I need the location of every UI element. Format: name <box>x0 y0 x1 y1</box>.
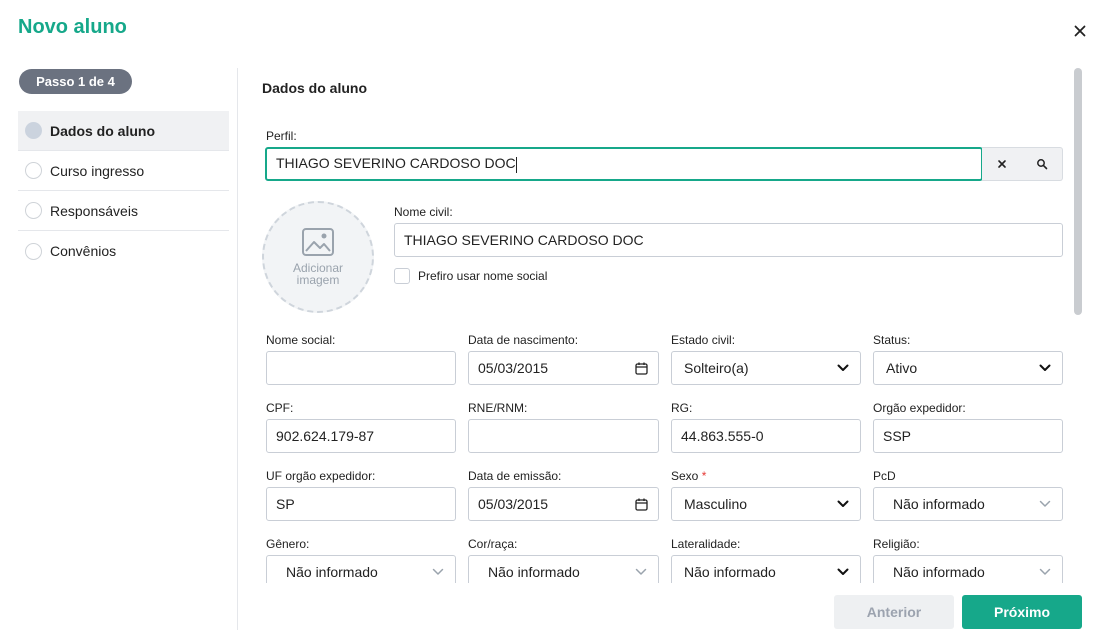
scrollbar[interactable] <box>1074 68 1082 584</box>
status-value: Ativo <box>886 360 918 376</box>
add-image-button[interactable]: Adicionar imagem <box>262 201 374 313</box>
nome-social-label: Nome social: <box>266 333 336 347</box>
step-dot-icon <box>25 122 42 139</box>
rne-input[interactable] <box>468 419 659 453</box>
step-label: Curso ingresso <box>50 162 145 179</box>
section-title: Dados do aluno <box>262 80 367 96</box>
chevron-down-icon <box>826 500 860 508</box>
clear-icon[interactable] <box>982 148 1022 180</box>
data-emissao-value: 05/03/2015 <box>478 496 549 512</box>
nome-social-checkbox-label: Prefiro usar nome social <box>418 269 548 283</box>
add-image-caption: Adicionar imagem <box>292 261 344 287</box>
orgao-expedidor-label: Orgão expedidor: <box>873 401 966 415</box>
cpf-input[interactable]: 902.624.179-87 <box>266 419 456 453</box>
next-button[interactable]: Próximo <box>962 595 1082 629</box>
cor-raca-value: Não informado <box>488 564 580 580</box>
data-nascimento-input[interactable]: 05/03/2015 <box>468 351 659 385</box>
chevron-down-icon <box>624 568 658 576</box>
status-select[interactable]: Ativo <box>873 351 1063 385</box>
nome-social-input[interactable] <box>266 351 456 385</box>
step-dados-do-aluno[interactable]: Dados do aluno <box>18 111 229 151</box>
text-cursor <box>515 156 517 173</box>
cpf-value: 902.624.179-87 <box>276 428 375 444</box>
dialog-title: Novo aluno <box>18 16 127 38</box>
sexo-label-text: Sexo <box>671 469 699 483</box>
data-emissao-input[interactable]: 05/03/2015 <box>468 487 659 521</box>
rg-input[interactable]: 44.863.555-0 <box>671 419 861 453</box>
chevron-down-icon <box>1028 568 1062 576</box>
previous-button[interactable]: Anterior <box>834 595 954 629</box>
genero-label: Gênero: <box>266 537 310 551</box>
step-indicator: Passo 1 de 4 <box>19 69 132 94</box>
stepper-list: Dados do aluno Curso ingresso Responsáve… <box>18 111 229 271</box>
nome-social-checkbox[interactable] <box>394 268 410 284</box>
data-emissao-label: Data de emissão: <box>468 469 562 483</box>
nome-civil-value: THIAGO SEVERINO CARDOSO DOC <box>404 232 644 248</box>
perfil-value: THIAGO SEVERINO CARDOSO DOC <box>276 155 516 172</box>
search-icon[interactable] <box>1022 148 1062 180</box>
chevron-down-icon <box>1028 364 1062 372</box>
nome-civil-label: Nome civil: <box>394 205 453 219</box>
genero-value: Não informado <box>286 564 378 580</box>
chevron-down-icon <box>826 568 860 576</box>
step-label: Dados do aluno <box>50 122 155 139</box>
step-dot-icon <box>25 162 42 179</box>
perfil-input[interactable]: THIAGO SEVERINO CARDOSO DOC <box>265 147 983 181</box>
pcd-select[interactable]: Não informado <box>873 487 1063 521</box>
religiao-label: Religião: <box>873 537 920 551</box>
step-label: Responsáveis <box>50 202 138 219</box>
religiao-value: Não informado <box>893 564 985 580</box>
perfil-label: Perfil: <box>266 129 297 143</box>
chevron-down-icon <box>421 568 455 576</box>
calendar-icon[interactable] <box>624 362 658 375</box>
calendar-icon[interactable] <box>624 498 658 511</box>
pcd-value: Não informado <box>893 496 985 512</box>
sexo-value: Masculino <box>684 496 748 512</box>
lateralidade-label: Lateralidade: <box>671 537 741 551</box>
estado-civil-select[interactable]: Solteiro(a) <box>671 351 861 385</box>
panel-divider <box>237 68 238 630</box>
lateralidade-value: Não informado <box>684 564 776 580</box>
cor-raca-label: Cor/raça: <box>468 537 518 551</box>
step-curso-ingresso[interactable]: Curso ingresso <box>18 151 229 191</box>
sexo-label: Sexo * <box>671 469 706 483</box>
chevron-down-icon <box>1028 500 1062 508</box>
step-dot-icon <box>25 202 42 219</box>
step-convenios[interactable]: Convênios <box>18 231 229 271</box>
rne-label: RNE/RNM: <box>468 401 528 415</box>
uf-orgao-input[interactable]: SP <box>266 487 456 521</box>
estado-civil-label: Estado civil: <box>671 333 736 347</box>
chevron-down-icon <box>826 364 860 372</box>
pcd-label: PcD <box>873 469 896 483</box>
rg-label: RG: <box>671 401 693 415</box>
close-icon[interactable] <box>1071 22 1089 40</box>
data-nascimento-value: 05/03/2015 <box>478 360 549 376</box>
scrollbar-thumb[interactable] <box>1074 68 1082 315</box>
data-nascimento-label: Data de nascimento: <box>468 333 579 347</box>
uf-orgao-value: SP <box>276 496 295 512</box>
estado-civil-value: Solteiro(a) <box>684 360 749 376</box>
step-responsaveis[interactable]: Responsáveis <box>18 191 229 231</box>
rg-value: 44.863.555-0 <box>681 428 764 444</box>
perfil-actions <box>982 147 1063 181</box>
status-label: Status: <box>873 333 911 347</box>
nome-social-checkbox-row: Prefiro usar nome social <box>394 268 547 284</box>
nome-civil-input[interactable]: THIAGO SEVERINO CARDOSO DOC <box>394 223 1063 257</box>
orgao-expedidor-value: SSP <box>883 428 912 444</box>
image-icon <box>302 228 334 256</box>
sexo-select[interactable]: Masculino <box>671 487 861 521</box>
step-label: Convênios <box>50 243 117 259</box>
cpf-label: CPF: <box>266 401 294 415</box>
orgao-expedidor-input[interactable]: SSP <box>873 419 1063 453</box>
uf-orgao-label: UF orgão expedidor: <box>266 469 376 483</box>
required-mark: * <box>701 469 707 483</box>
step-dot-icon <box>25 242 42 260</box>
